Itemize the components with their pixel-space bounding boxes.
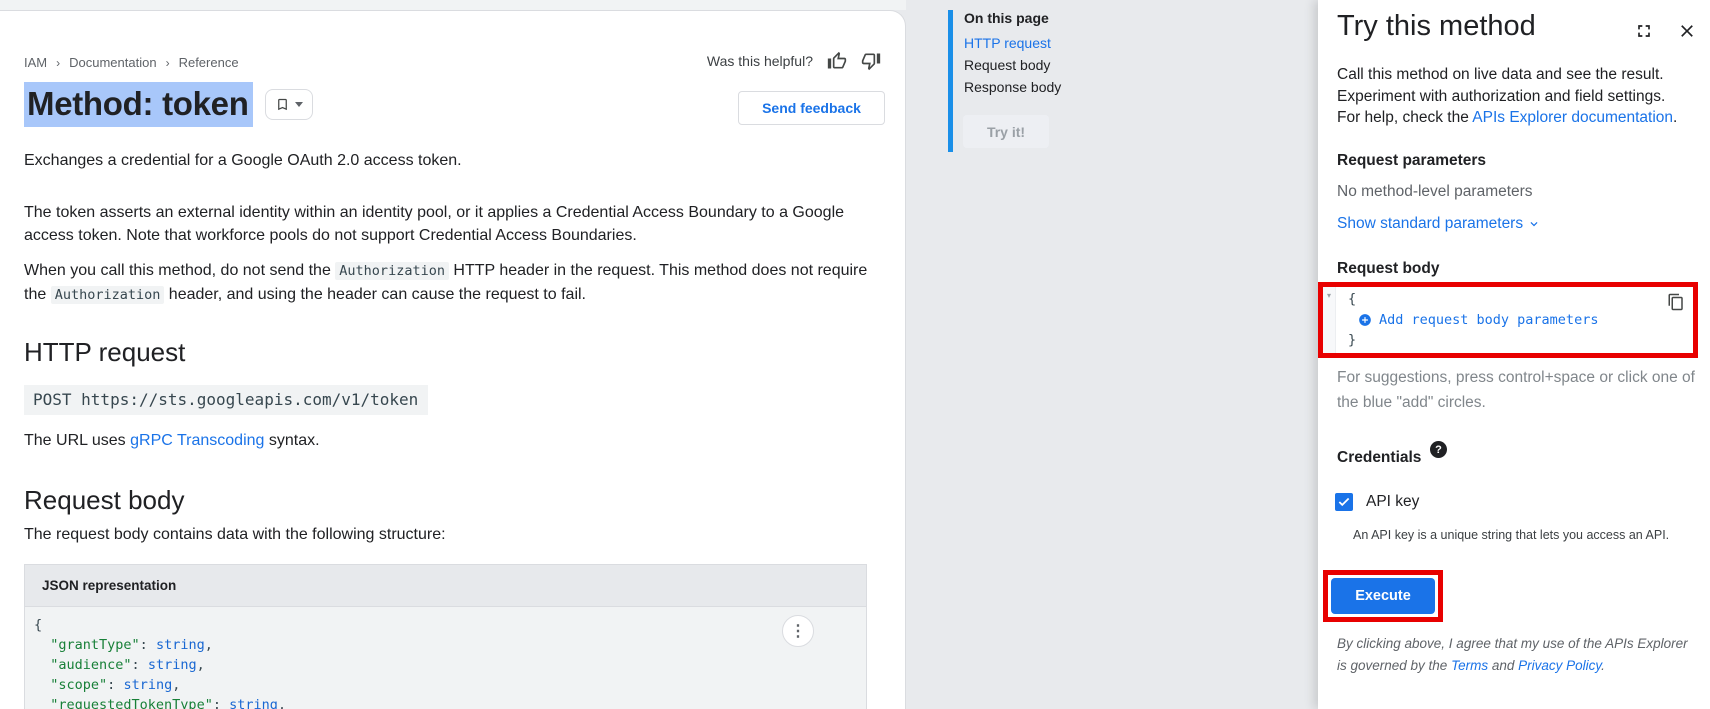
breadcrumb: IAM › Documentation › Reference [24,55,239,70]
nav-item-http-request[interactable]: HTTP request [964,35,1051,51]
intro-paragraph: Exchanges a credential for a Google OAut… [24,149,872,172]
try-it-button[interactable]: Try it! [963,115,1049,148]
help-icon[interactable]: ? [1430,441,1447,458]
code-line: "scope": string, [34,675,866,695]
helpful-question: Was this helpful? [707,53,813,69]
request-body-annotation-box: ▾ { Add request body parameters } [1318,282,1698,358]
editor-close-brace: } [1348,330,1598,351]
chevron-down-icon [1527,217,1541,231]
execute-button[interactable]: Execute [1331,578,1435,614]
http-request-heading: HTTP request [24,337,185,368]
http-request-code: POST https://sts.googleapis.com/v1/token [24,385,428,415]
nav-rail-bar [948,10,953,152]
api-key-label: API key [1366,493,1419,511]
fullscreen-icon[interactable] [1634,21,1654,41]
on-this-page-heading: On this page [964,10,1049,26]
credentials-heading: Credentials [1337,449,1421,467]
check-icon [1337,495,1351,509]
privacy-policy-link[interactable]: Privacy Policy [1518,658,1601,673]
breadcrumb-documentation[interactable]: Documentation [69,55,156,70]
show-standard-parameters-link[interactable]: Show standard parameters [1337,215,1541,233]
panel-request-body-heading: Request body [1337,260,1439,278]
helpful-row: Was this helpful? [707,51,881,71]
code-overflow-menu-button[interactable]: ⋮ [782,615,814,647]
execute-annotation-box: Execute [1323,570,1443,622]
authorization-paragraph: When you call this method, do not send t… [24,259,872,307]
copy-icon[interactable] [1667,293,1685,311]
panel-title: Try this method [1337,10,1536,43]
add-circle-icon [1358,313,1372,327]
editor-gutter: ▾ [1323,287,1336,353]
request-parameters-heading: Request parameters [1337,152,1486,170]
code-line: "grantType": string, [34,635,866,655]
grpc-transcoding-link[interactable]: gRPC Transcoding [130,432,264,449]
json-representation-table: JSON representation { "grantType": strin… [24,564,867,709]
thumbs-down-icon[interactable] [861,51,881,71]
terms-text: By clicking above, I agree that my use o… [1337,633,1695,677]
try-this-method-panel: Try this method Call this method on live… [1318,0,1710,709]
nav-item-response-body[interactable]: Response body [964,79,1061,95]
suggestions-hint: For suggestions, press control+space or … [1337,365,1695,415]
authorization-inline-code: Authorization [51,286,165,304]
code-line: { [34,615,866,635]
title-row: Method: token [24,85,313,123]
request-body-heading: Request body [24,485,184,516]
grpc-line: The URL uses gRPC Transcoding syntax. [24,432,320,450]
json-code-block: { "grantType": string, "audience": strin… [25,607,866,709]
top-strip [0,0,906,10]
chevron-right-icon: › [166,56,170,70]
apis-explorer-docs-link[interactable]: APIs Explorer documentation [1472,109,1673,126]
bookmark-button[interactable] [265,89,313,120]
page-title: Method: token [24,85,253,123]
breadcrumb-iam[interactable]: IAM [24,55,47,70]
terms-link[interactable]: Terms [1451,658,1488,673]
add-request-body-parameters-button[interactable]: Add request body parameters [1348,310,1598,331]
chevron-right-icon: › [56,56,60,70]
api-key-description: An API key is a unique string that lets … [1353,528,1698,542]
api-key-row: API key [1335,493,1419,511]
code-line: "requestedTokenType": string, [34,695,866,709]
token-paragraph: The token asserts an external identity w… [24,201,872,247]
send-feedback-button[interactable]: Send feedback [738,91,885,125]
api-key-checkbox[interactable] [1335,493,1353,511]
article-card: IAM › Documentation › Reference Was this… [0,10,906,709]
panel-description: Call this method on live data and see th… [1337,64,1691,129]
editor-open-brace: { [1348,289,1598,310]
close-icon[interactable] [1677,21,1697,41]
request-body-intro: The request body contains data with the … [24,526,446,544]
breadcrumb-reference[interactable]: Reference [179,55,239,70]
bookmark-icon [275,97,290,112]
code-line: "audience": string, [34,655,866,675]
request-body-editor[interactable]: ▾ { Add request body parameters } [1323,287,1693,353]
thumbs-up-icon[interactable] [827,51,847,71]
caret-down-icon [295,102,303,107]
no-parameters-text: No method-level parameters [1337,183,1533,201]
authorization-inline-code: Authorization [335,262,449,280]
json-representation-header: JSON representation [25,565,866,607]
nav-item-request-body[interactable]: Request body [964,57,1050,73]
